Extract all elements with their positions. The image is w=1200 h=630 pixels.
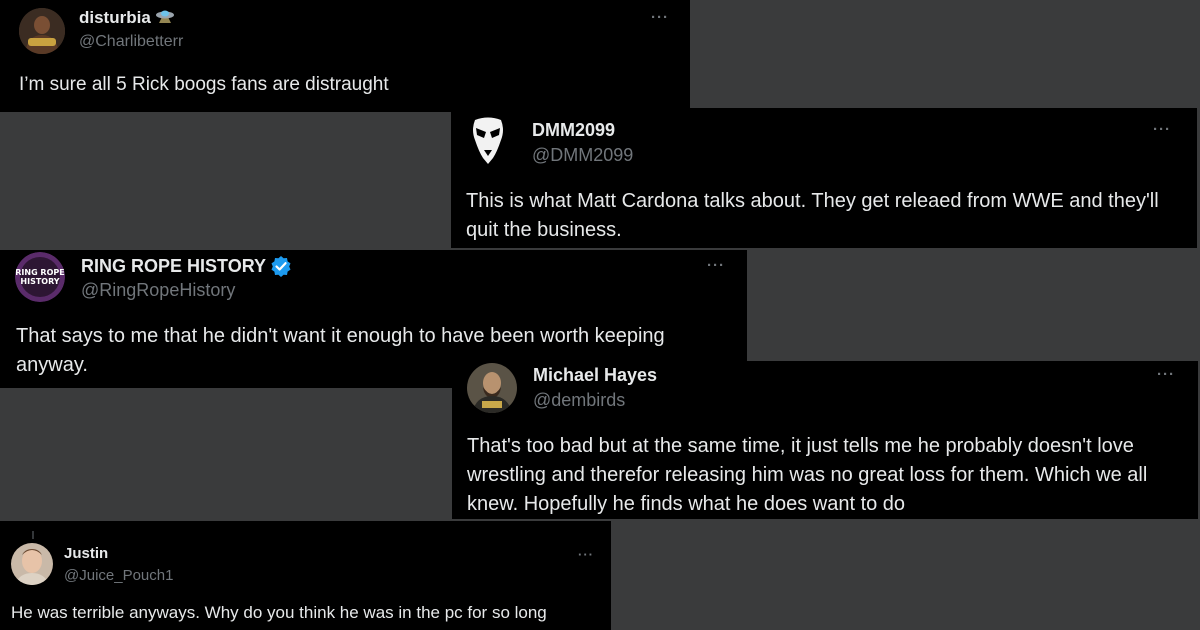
verified-badge-icon <box>270 255 292 277</box>
avatar-ringropehistory[interactable]: RING ROPE HISTORY <box>15 252 65 302</box>
display-name[interactable]: RING ROPE HISTORY <box>81 255 292 277</box>
display-name[interactable]: DMM2099 <box>532 120 615 141</box>
avatar-logo-text: RING ROPE <box>15 268 64 277</box>
tweet-card-dembirds: Michael Hayes @dembirds ··· That's too b… <box>452 361 1198 519</box>
tweet-text: That's too bad but at the same time, it … <box>467 435 1148 515</box>
avatar-juice-pouch1[interactable] <box>11 543 53 585</box>
avatar-logo-text: HISTORY <box>20 277 59 286</box>
tweet-card-disturbia: disturbia @Charlibetterr ··· I’m sure al… <box>0 0 690 112</box>
tweet-text: I’m sure all 5 Rick boogs fans are distr… <box>19 74 389 95</box>
avatar-dembirds[interactable] <box>467 363 517 413</box>
more-options-button[interactable]: ··· <box>707 258 725 273</box>
handle[interactable]: @DMM2099 <box>532 145 633 166</box>
display-name[interactable]: Michael Hayes <box>533 365 657 386</box>
tweet-card-dmm2099: DMM2099 @DMM2099 ··· This is what Matt C… <box>451 108 1197 248</box>
avatar-dmm2099[interactable] <box>465 116 511 166</box>
handle[interactable]: @Juice_Pouch1 <box>64 567 173 584</box>
handle[interactable]: @dembirds <box>533 390 625 411</box>
thread-line <box>32 531 34 539</box>
tweet-card-juice-pouch1: Justin @Juice_Pouch1 ··· He was terrible… <box>0 521 611 630</box>
more-options-button[interactable]: ··· <box>1157 367 1175 382</box>
more-options-button[interactable]: ··· <box>578 548 594 561</box>
tweet-text: He was terrible anyways. Why do you thin… <box>11 603 547 622</box>
more-options-button[interactable]: ··· <box>1153 122 1171 137</box>
display-name[interactable]: Justin <box>64 545 108 562</box>
handle[interactable]: @Charlibetterr <box>79 33 183 51</box>
ufo-icon <box>155 9 175 27</box>
more-options-button[interactable]: ··· <box>651 10 669 25</box>
tweet-text: This is what Matt Cardona talks about. T… <box>466 190 1159 241</box>
display-name[interactable]: disturbia <box>79 8 175 28</box>
handle[interactable]: @RingRopeHistory <box>81 280 235 301</box>
avatar-disturbia[interactable] <box>19 8 65 54</box>
